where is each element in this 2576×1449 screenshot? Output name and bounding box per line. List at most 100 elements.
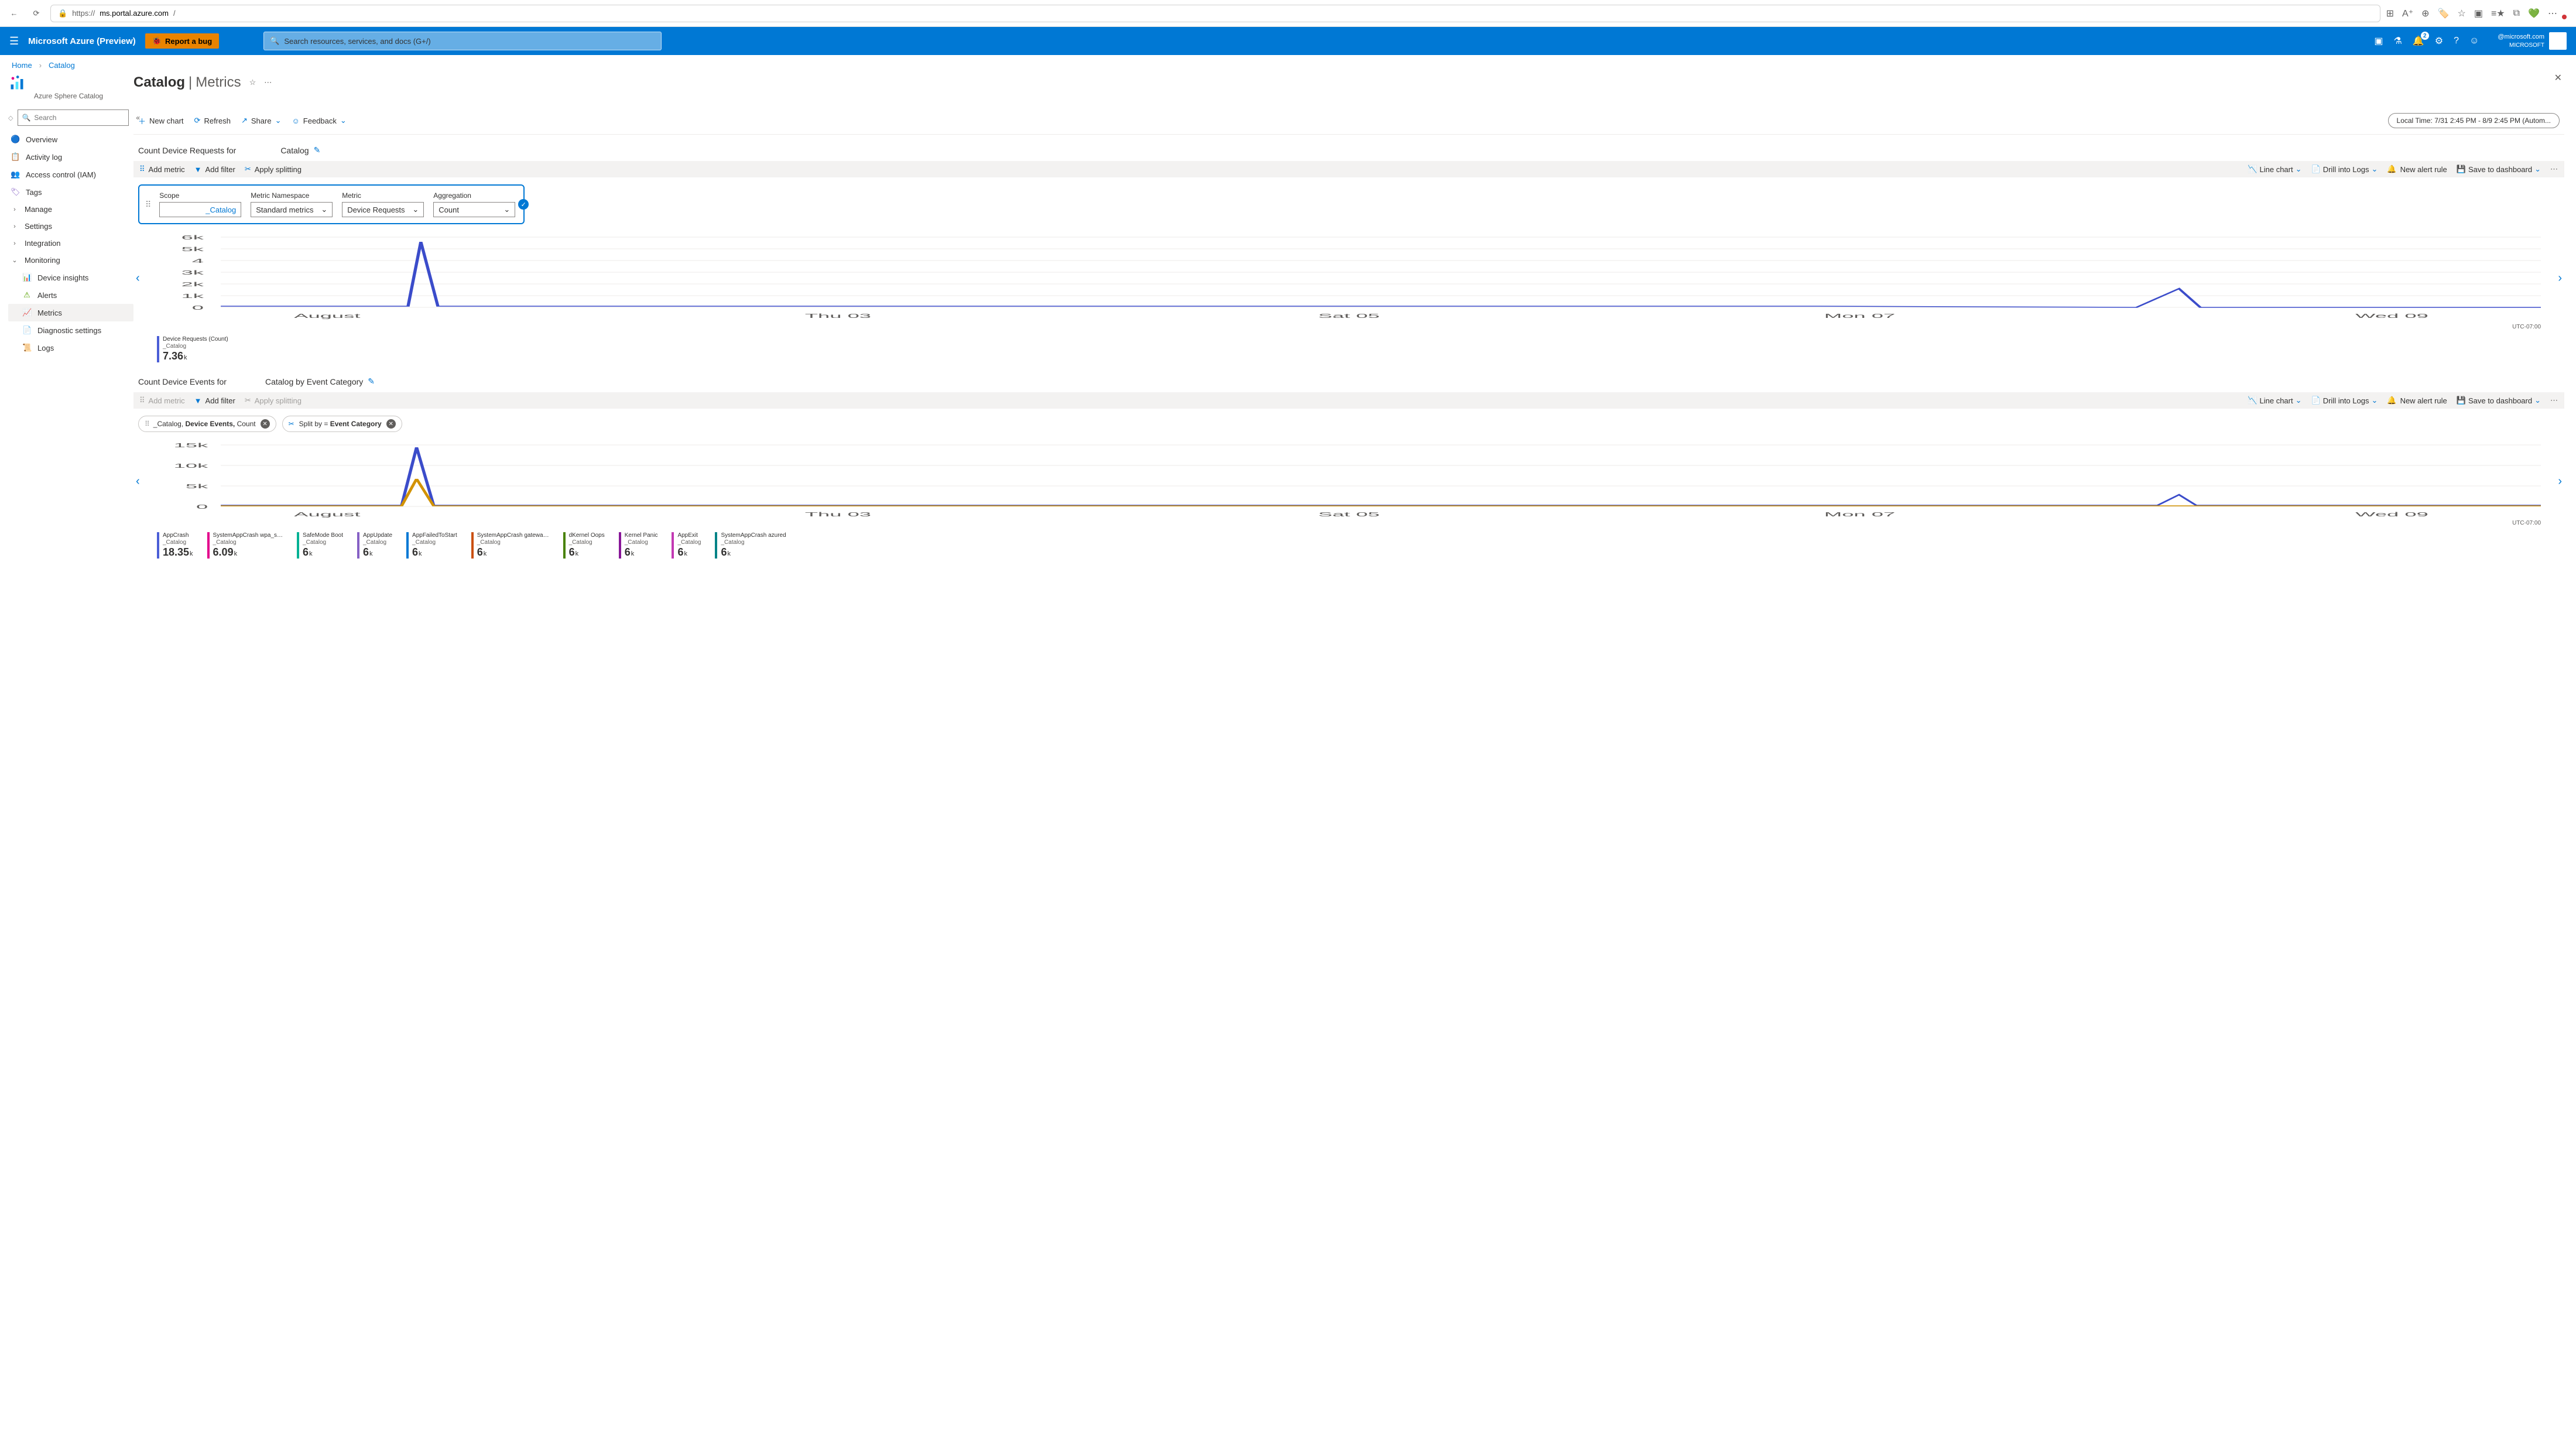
nav-tags[interactable]: 🏷Tags [8, 183, 133, 201]
nav-monitoring[interactable]: ⌄Monitoring [8, 252, 133, 269]
nav-manage[interactable]: ›Manage [8, 201, 133, 218]
tags-icon: 🏷 [11, 187, 20, 197]
favorite-icon[interactable]: ☆ [2457, 8, 2465, 19]
resource-icon [8, 74, 26, 92]
zoom-icon[interactable]: ⊕ [2421, 8, 2429, 19]
metric-selector[interactable]: Device Requests⌄ [342, 202, 424, 217]
edit-title-button[interactable]: ✎ [314, 145, 321, 155]
apply-splitting-button[interactable]: ✂Apply splitting [245, 165, 302, 174]
time-range-picker[interactable]: Local Time: 7/31 2:45 PM - 8/9 2:45 PM (… [2388, 113, 2560, 128]
save-dashboard-button[interactable]: 💾Save to dashboard⌄ [2457, 396, 2541, 405]
new-alert-button[interactable]: 🔔New alert rule [2387, 165, 2447, 174]
feedback-icon[interactable]: ☺ [2469, 36, 2479, 46]
chart-type-dropdown[interactable]: 📉Line chart⌄ [2248, 165, 2301, 174]
legend-item[interactable]: AppCrash_Catalog18.35k [157, 532, 193, 559]
legend-item[interactable]: SystemAppCrash azured_Catalog6k [715, 532, 786, 559]
cloud-shell-icon[interactable]: ▣ [2374, 35, 2383, 47]
extensions-icon[interactable]: ⊞ [2386, 8, 2394, 19]
read-aloud-icon[interactable]: A⁺ [2402, 8, 2413, 19]
legend-item[interactable]: AppUpdate_Catalog6k [357, 532, 392, 559]
nav-search-input[interactable] [34, 114, 125, 122]
confirm-button[interactable]: ✓ [518, 199, 529, 210]
split-chip[interactable]: ✂ Split by = Event Category ✕ [282, 416, 402, 432]
chart2-legend: AppCrash_Catalog18.35k SystemAppCrash wpa… [133, 529, 2564, 562]
breadcrumb-catalog[interactable]: Catalog [49, 61, 75, 70]
chart-prev-button[interactable]: ‹ [136, 272, 140, 285]
chart-next-button[interactable]: › [2558, 272, 2562, 285]
menu-button[interactable]: ☰ [9, 35, 19, 47]
shopping-icon[interactable]: 🏷️ [2438, 8, 2450, 19]
namespace-selector[interactable]: Standard metrics⌄ [251, 202, 333, 217]
nav-metrics[interactable]: 📈Metrics [8, 304, 133, 321]
chart-more-button[interactable]: ⋯ [2550, 396, 2558, 405]
back-button[interactable]: ← [6, 5, 22, 22]
scope-selector[interactable]: _Catalog [159, 202, 241, 217]
azure-header: ☰ Microsoft Azure (Preview) Report a bug… [0, 27, 2576, 55]
drag-handle-icon[interactable]: ⠿ [145, 420, 149, 428]
new-alert-button[interactable]: 🔔New alert rule [2387, 396, 2447, 405]
feedback-button[interactable]: ☺Feedback⌄ [292, 116, 347, 125]
drag-handle-icon[interactable]: ⠿ [145, 200, 150, 210]
chart-more-button[interactable]: ⋯ [2550, 165, 2558, 174]
drill-logs-button[interactable]: 📄Drill into Logs⌄ [2311, 165, 2378, 174]
split-icon[interactable]: ▣ [2474, 8, 2483, 19]
remove-chip-button[interactable]: ✕ [261, 419, 270, 429]
nav-settings[interactable]: ›Settings [8, 218, 133, 235]
chart-type-dropdown[interactable]: 📉Line chart⌄ [2248, 396, 2301, 405]
legend-item[interactable]: SystemAppCrash wpa_s…_Catalog6.09k [207, 532, 283, 559]
add-metric-button[interactable]: ⠿Add metric [139, 165, 185, 174]
save-dashboard-button[interactable]: 💾Save to dashboard⌄ [2457, 165, 2541, 174]
legend-item[interactable]: dKernel Oops_Catalog6k [563, 532, 605, 559]
legend-label: dKernel Oops [569, 532, 605, 539]
global-search[interactable]: 🔍 [263, 32, 662, 50]
nav-search[interactable]: 🔍 [18, 109, 129, 126]
share-button[interactable]: ↗Share⌄ [241, 116, 282, 125]
favorite-star-icon[interactable]: ☆ [249, 78, 256, 87]
legend-sub: _Catalog [721, 539, 786, 546]
collections-icon[interactable]: ⧉ [2513, 8, 2520, 19]
breadcrumb-home[interactable]: Home [12, 61, 32, 70]
product-name[interactable]: Microsoft Azure (Preview) [28, 36, 136, 46]
chart1-summary: Device Requests (Count) _Catalog 7.36k [133, 333, 2564, 366]
notifications-icon[interactable]: 🔔2 [2413, 35, 2424, 47]
settings-icon[interactable]: ⚙ [2435, 35, 2443, 47]
performance-icon[interactable]: 💚 [2528, 8, 2540, 19]
nav-overview[interactable]: 🔵Overview [8, 131, 133, 148]
report-bug-button[interactable]: Report a bug [145, 33, 219, 49]
new-chart-button[interactable]: ＋New chart [138, 115, 184, 126]
nav-alerts[interactable]: ⚠Alerts [8, 286, 133, 304]
legend-item[interactable]: SystemAppCrash gatewa…_Catalog6k [471, 532, 549, 559]
more-icon[interactable]: ⋯ [2548, 8, 2557, 19]
account-menu[interactable]: @microsoft.com MICROSOFT [2498, 32, 2567, 50]
remove-chip-button[interactable]: ✕ [386, 419, 396, 429]
edit-title-button[interactable]: ✎ [368, 376, 375, 386]
legend-item[interactable]: AppFailedToStart_Catalog6k [406, 532, 457, 559]
device-insights-icon: 📊 [22, 273, 32, 282]
nav-diagnostics[interactable]: 📄Diagnostic settings [8, 321, 133, 339]
add-filter-button[interactable]: ▼Add filter [194, 396, 235, 405]
close-blade-button[interactable]: ✕ [2554, 72, 2562, 84]
global-search-input[interactable] [284, 37, 655, 46]
favorites-list-icon[interactable]: ≡★ [2491, 8, 2505, 19]
aggregation-selector[interactable]: Count⌄ [433, 202, 515, 217]
nav-logs[interactable]: 📜Logs [8, 339, 133, 357]
legend-item[interactable]: AppExit_Catalog6k [672, 532, 701, 559]
legend-item[interactable]: SafeMode Boot_Catalog6k [297, 532, 343, 559]
nav-access-control[interactable]: 👥Access control (IAM) [8, 166, 133, 183]
refresh-button[interactable]: ⟳ [28, 5, 44, 22]
nav-device-insights[interactable]: 📊Device insights [8, 269, 133, 286]
legend-item[interactable]: Kernel Panic_Catalog6k [619, 532, 658, 559]
address-bar[interactable]: 🔒 https://ms.portal.azure.com/ [50, 5, 2380, 22]
refresh-button[interactable]: ⟳Refresh [194, 116, 231, 125]
nav-activity-log[interactable]: 📋Activity log [8, 148, 133, 166]
chart-prev-button[interactable]: ‹ [136, 475, 140, 488]
help-icon[interactable]: ? [2454, 36, 2459, 46]
more-commands-icon[interactable]: ⋯ [264, 78, 272, 87]
nav-integration[interactable]: ›Integration [8, 235, 133, 252]
chart-next-button[interactable]: › [2558, 475, 2562, 488]
drill-logs-button[interactable]: 📄Drill into Logs⌄ [2311, 396, 2378, 405]
add-filter-button[interactable]: ▼Add filter [194, 165, 235, 174]
chevron-down-icon: ⌄ [412, 205, 419, 214]
metric-chip[interactable]: ⠿ _Catalog, Device Events, Count ✕ [138, 416, 276, 432]
directory-icon[interactable]: ⚗ [2394, 35, 2402, 47]
